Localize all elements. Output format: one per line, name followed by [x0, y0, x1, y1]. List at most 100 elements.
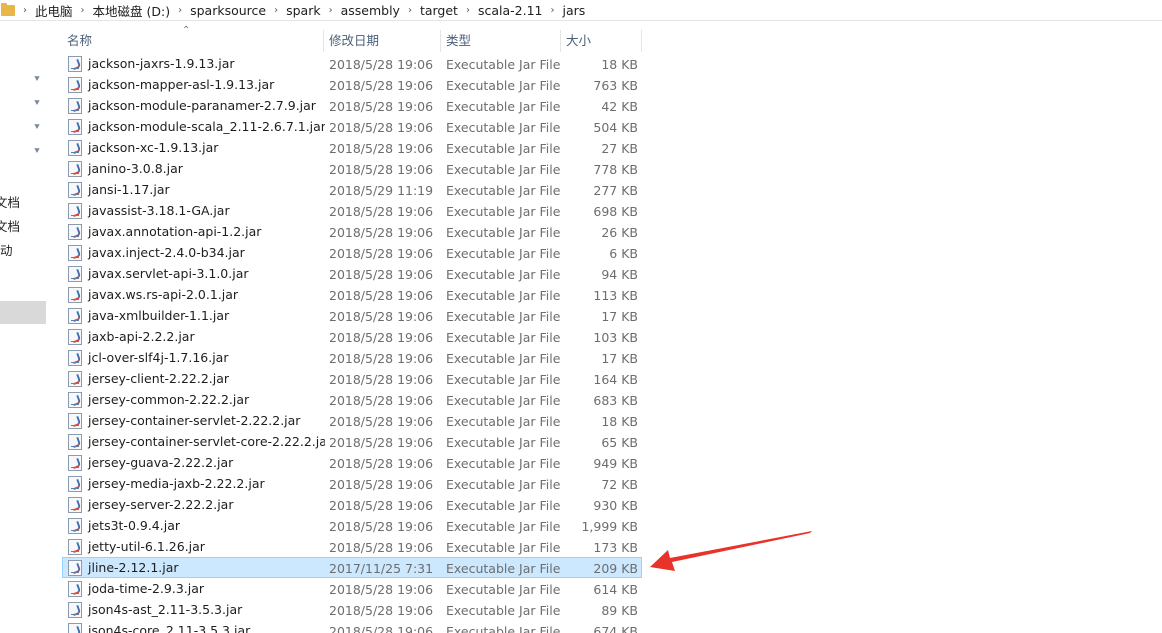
nav-item-move[interactable]: 动 — [0, 240, 20, 259]
column-header-type[interactable]: 类型 — [441, 30, 561, 52]
file-row[interactable]: javax.annotation-api-1.2.jar 2018/5/28 19… — [62, 221, 642, 242]
chevron-right-icon[interactable]: › — [23, 5, 27, 16]
file-size: 18 KB — [601, 57, 638, 72]
jar-file-icon — [68, 475, 82, 492]
chevron-right-icon[interactable]: › — [408, 5, 412, 16]
file-row[interactable]: jetty-util-6.1.26.jar 2018/5/28 19:06 Exec… — [62, 536, 642, 557]
file-row[interactable]: jansi-1.17.jar 2018/5/29 11:19 Executable … — [62, 179, 642, 200]
breadcrumb-item-target[interactable]: target — [420, 3, 458, 18]
pin-icon[interactable]: ⯆ — [33, 98, 43, 110]
file-name: java-xmlbuilder-1.1.jar — [88, 308, 230, 323]
file-row[interactable]: jackson-mapper-asl-1.9.13.jar 2018/5/28 1… — [62, 74, 642, 95]
folder-icon — [1, 2, 15, 16]
file-list[interactable]: ⌃ 名称 修改日期 类型 大小 jackson-jaxrs-1.9.13.jar… — [62, 22, 1162, 633]
column-header-name[interactable]: ⌃ 名称 — [62, 25, 324, 52]
file-row[interactable]: jersey-media-jaxb-2.22.2.jar 2018/5/28 19… — [62, 473, 642, 494]
file-date: 2018/5/28 19:06 — [329, 225, 434, 240]
file-size: 930 KB — [593, 498, 638, 513]
nav-item-selected[interactable] — [0, 301, 46, 324]
file-type: Executable Jar File — [446, 141, 561, 156]
file-name: jersey-media-jaxb-2.22.2.jar — [88, 476, 265, 491]
column-header-date[interactable]: 修改日期 — [324, 30, 441, 52]
pin-icon[interactable]: ⯆ — [33, 122, 43, 134]
file-name-cell: jline-2.12.1.jar — [63, 558, 325, 577]
chevron-right-icon[interactable]: › — [551, 5, 555, 16]
jar-file-icon — [68, 433, 82, 450]
file-row-selected[interactable]: jline-2.12.1.jar 2017/11/25 7:31 Executabl… — [62, 557, 642, 578]
file-date: 2018/5/28 19:06 — [329, 330, 434, 345]
file-row[interactable]: javax.servlet-api-3.1.0.jar 2018/5/28 19:… — [62, 263, 642, 284]
file-name: javassist-3.18.1-GA.jar — [88, 203, 230, 218]
file-date: 2017/11/25 7:31 — [329, 561, 434, 576]
jar-file-icon — [68, 412, 82, 429]
breadcrumb-item-drive-d[interactable]: 本地磁盘 (D:) — [93, 1, 171, 20]
file-row[interactable]: json4s-ast_2.11-3.5.3.jar 2018/5/28 19:06… — [62, 599, 642, 620]
navigation-pane[interactable]: ⯆ ⯆ ⯆ ⯆ 文档 文档 动 — [0, 22, 47, 633]
chevron-right-icon[interactable]: › — [178, 5, 182, 16]
file-size: 72 KB — [601, 477, 638, 492]
file-row[interactable]: jersey-guava-2.22.2.jar 2018/5/28 19:06 Ex… — [62, 452, 642, 473]
file-size: 103 KB — [593, 330, 638, 345]
chevron-right-icon[interactable]: › — [329, 5, 333, 16]
chevron-right-icon[interactable]: › — [274, 5, 278, 16]
nav-item-documents[interactable]: 文档 — [0, 192, 20, 211]
file-size: 683 KB — [593, 393, 638, 408]
file-type: Executable Jar File — [446, 435, 561, 450]
file-row[interactable]: jackson-xc-1.9.13.jar 2018/5/28 19:06 Exec… — [62, 137, 642, 158]
jar-file-icon — [68, 517, 82, 534]
file-type: Executable Jar File — [446, 288, 561, 303]
file-type: Executable Jar File — [446, 372, 561, 387]
file-row[interactable]: jaxb-api-2.2.2.jar 2018/5/28 19:06 Executa… — [62, 326, 642, 347]
file-date: 2018/5/28 19:06 — [329, 78, 434, 93]
breadcrumb-item-spark[interactable]: spark — [286, 3, 321, 18]
breadcrumb-item-scala[interactable]: scala-2.11 — [478, 3, 543, 18]
file-row[interactable]: jersey-container-servlet-core-2.22.2.jar… — [62, 431, 642, 452]
file-date: 2018/5/28 19:06 — [329, 57, 434, 72]
file-row[interactable]: jersey-common-2.22.2.jar 2018/5/28 19:06 E… — [62, 389, 642, 410]
file-size: 42 KB — [601, 99, 638, 114]
file-row[interactable]: javax.ws.rs-api-2.0.1.jar 2018/5/28 19:06… — [62, 284, 642, 305]
file-name-cell: jackson-xc-1.9.13.jar — [63, 138, 325, 157]
file-name-cell: janino-3.0.8.jar — [63, 159, 325, 178]
column-header-name-label: 名称 — [67, 33, 93, 48]
file-row[interactable]: jersey-client-2.22.2.jar 2018/5/28 19:06 E… — [62, 368, 642, 389]
file-name: javax.inject-2.4.0-b34.jar — [88, 245, 245, 260]
chevron-right-icon[interactable]: › — [466, 5, 470, 16]
file-row[interactable]: json4s-core_2.11-3.5.3.jar 2018/5/28 19:0… — [62, 620, 642, 633]
pin-icon[interactable]: ⯆ — [33, 74, 43, 86]
nav-item-documents-2[interactable]: 文档 — [0, 216, 20, 235]
file-name: jersey-server-2.22.2.jar — [88, 497, 234, 512]
file-row[interactable]: jackson-module-paranamer-2.7.9.jar 2018/5… — [62, 95, 642, 116]
pin-icon[interactable]: ⯆ — [33, 146, 43, 158]
file-date: 2018/5/28 19:06 — [329, 456, 434, 471]
jar-file-icon — [68, 223, 82, 240]
breadcrumb-item-assembly[interactable]: assembly — [341, 3, 400, 18]
file-size: 1,999 KB — [581, 519, 638, 534]
file-row[interactable]: jackson-module-scala_2.11-2.6.7.1.jar 201… — [62, 116, 642, 137]
file-date: 2018/5/28 19:06 — [329, 204, 434, 219]
file-row[interactable]: jersey-server-2.22.2.jar 2018/5/28 19:06 E… — [62, 494, 642, 515]
file-row[interactable]: java-xmlbuilder-1.1.jar 2018/5/28 19:06 Ex… — [62, 305, 642, 326]
file-row[interactable]: janino-3.0.8.jar 2018/5/28 19:06 Executabl… — [62, 158, 642, 179]
chevron-right-icon[interactable]: › — [81, 5, 85, 16]
file-row[interactable]: jets3t-0.9.4.jar 2018/5/28 19:06 Executabl… — [62, 515, 642, 536]
file-name-cell: javassist-3.18.1-GA.jar — [63, 201, 325, 220]
file-size: 17 KB — [601, 351, 638, 366]
breadcrumb-item-jars[interactable]: jars — [563, 3, 586, 18]
jar-file-icon — [68, 580, 82, 597]
file-row[interactable]: jersey-container-servlet-2.22.2.jar 2018/… — [62, 410, 642, 431]
file-row[interactable]: jcl-over-slf4j-1.7.16.jar 2018/5/28 19:06… — [62, 347, 642, 368]
file-row[interactable]: javax.inject-2.4.0-b34.jar 2018/5/28 19:0… — [62, 242, 642, 263]
jar-file-icon — [68, 370, 82, 387]
breadcrumb-item-this-pc[interactable]: 此电脑 — [35, 1, 73, 20]
breadcrumb-item-sparksource[interactable]: sparksource — [190, 3, 266, 18]
file-name: jansi-1.17.jar — [88, 182, 170, 197]
column-header-size[interactable]: 大小 — [561, 30, 642, 52]
file-row[interactable]: joda-time-2.9.3.jar 2018/5/28 19:06 Execut… — [62, 578, 642, 599]
file-name-cell: joda-time-2.9.3.jar — [63, 579, 325, 598]
file-row[interactable]: javassist-3.18.1-GA.jar 2018/5/28 19:06 Ex… — [62, 200, 642, 221]
address-bar[interactable]: › 此电脑 › 本地磁盘 (D:) › sparksource › spark … — [0, 0, 1162, 21]
file-date: 2018/5/28 19:06 — [329, 582, 434, 597]
file-row[interactable]: jackson-jaxrs-1.9.13.jar 2018/5/28 19:06 E… — [62, 53, 642, 74]
file-name-cell: jersey-common-2.22.2.jar — [63, 390, 325, 409]
